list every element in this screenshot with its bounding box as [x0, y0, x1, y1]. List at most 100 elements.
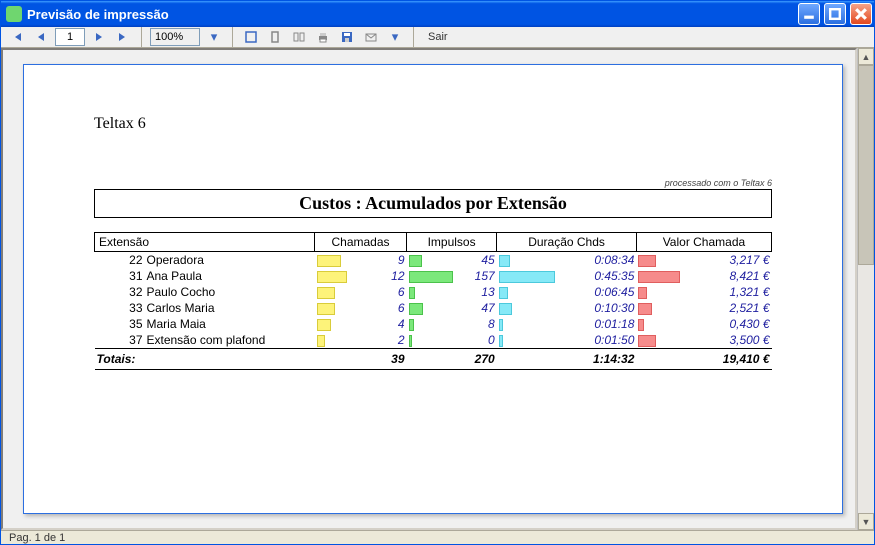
totals-duracao: 1:14:32	[557, 349, 637, 370]
table-row: 32Paulo Cocho 6 13 0:06:45 1,321 €	[95, 284, 772, 300]
zoom-dropdown-button[interactable]: ▾	[204, 27, 224, 47]
cell-duracao: 0:10:30	[557, 300, 637, 316]
print-button[interactable]	[313, 27, 333, 47]
table-row: 37Extensão com plafond200:01:503,500 €	[95, 332, 772, 349]
cell-ext-name: Ana Paula	[145, 268, 315, 284]
table-row: 22Operadora9450:08:343,217 €	[95, 252, 772, 269]
report-brand: Teltax 6	[94, 115, 772, 133]
header-valor: Valor Chamada	[636, 233, 771, 252]
two-page-button[interactable]	[289, 27, 309, 47]
preview-viewport[interactable]: Teltax 6 processado com o Teltax 6 Custo…	[1, 48, 857, 530]
totals-row: Totais: 39 270 1:14:32 19,410 €	[95, 349, 772, 370]
cell-impulsos: 13	[455, 284, 497, 300]
status-text: Pag. 1 de 1	[9, 532, 65, 544]
totals-chamadas: 39	[349, 349, 407, 370]
bar-valor	[636, 268, 682, 284]
print-preview-window: Previsão de impressão 100	[0, 0, 875, 545]
toolbar-separator	[413, 27, 414, 47]
cell-ext-name: Paulo Cocho	[145, 284, 315, 300]
cell-duracao: 0:06:45	[557, 284, 637, 300]
bar-impulsos	[407, 268, 455, 284]
bar-valor	[636, 284, 682, 300]
cell-ext-num: 31	[95, 268, 145, 284]
totals-label: Totais:	[95, 349, 315, 370]
app-icon	[6, 6, 22, 22]
processed-note: processado com o Teltax 6	[94, 178, 772, 188]
bar-duracao	[497, 332, 557, 349]
cell-valor: 3,217 €	[682, 252, 771, 269]
header-chamadas: Chamadas	[315, 233, 407, 252]
bar-chamadas	[315, 316, 349, 332]
first-page-button[interactable]	[7, 27, 27, 47]
cell-duracao: 0:01:50	[557, 332, 637, 349]
cell-duracao: 0:08:34	[557, 252, 637, 269]
bar-impulsos	[407, 252, 455, 269]
cell-chamadas: 12	[349, 268, 407, 284]
toolbar-separator	[232, 27, 233, 47]
header-duracao: Duração Chds	[497, 233, 637, 252]
close-button[interactable]	[850, 3, 872, 25]
report-table: Extensão Chamadas Impulsos Duração Chds …	[94, 232, 772, 370]
cell-ext-name: Maria Maia	[145, 316, 315, 332]
cell-valor: 2,521 €	[682, 300, 771, 316]
bar-duracao	[497, 268, 557, 284]
bar-duracao	[497, 300, 557, 316]
email-button[interactable]	[361, 27, 381, 47]
bar-valor	[636, 332, 682, 349]
header-impulsos: Impulsos	[407, 233, 497, 252]
bar-duracao	[497, 252, 557, 269]
cell-impulsos: 157	[455, 268, 497, 284]
scroll-track[interactable]	[858, 65, 874, 513]
table-row: 31Ana Paula 12 157 0:45:35 8,421 €	[95, 268, 772, 284]
bar-valor	[636, 316, 682, 332]
cell-impulsos: 0	[455, 332, 497, 349]
cell-duracao: 0:01:18	[557, 316, 637, 332]
cell-duracao: 0:45:35	[557, 268, 637, 284]
bar-impulsos	[407, 332, 455, 349]
save-button[interactable]	[337, 27, 357, 47]
zoom-value: 100%	[155, 31, 183, 43]
cell-valor: 1,321 €	[682, 284, 771, 300]
bar-chamadas	[315, 268, 349, 284]
exit-button[interactable]: Sair	[422, 29, 454, 45]
page-number-input[interactable]	[55, 28, 85, 46]
bar-valor	[636, 300, 682, 316]
cell-chamadas: 2	[349, 332, 407, 349]
bar-duracao	[497, 284, 557, 300]
scroll-thumb[interactable]	[858, 65, 874, 265]
scroll-up-button[interactable]: ▲	[858, 48, 874, 65]
cell-impulsos: 8	[455, 316, 497, 332]
fit-page-button[interactable]	[241, 27, 261, 47]
email-dropdown-button[interactable]: ▾	[385, 27, 405, 47]
scroll-down-button[interactable]: ▼	[858, 513, 874, 530]
report-page: Teltax 6 processado com o Teltax 6 Custo…	[23, 64, 843, 514]
toolbar: 100% ▾ ▾ Sair	[1, 27, 874, 48]
bar-chamadas	[315, 252, 349, 269]
next-page-button[interactable]	[89, 27, 109, 47]
bar-valor	[636, 252, 682, 269]
cell-ext-num: 22	[95, 252, 145, 269]
cell-valor: 8,421 €	[682, 268, 771, 284]
maximize-button[interactable]	[824, 3, 846, 25]
prev-page-button[interactable]	[31, 27, 51, 47]
client-area: Teltax 6 processado com o Teltax 6 Custo…	[1, 48, 874, 530]
cell-chamadas: 9	[349, 252, 407, 269]
cell-ext-num: 35	[95, 316, 145, 332]
header-extensao: Extensão	[95, 233, 315, 252]
totals-valor: 19,410 €	[682, 349, 771, 370]
cell-impulsos: 47	[455, 300, 497, 316]
minimize-button[interactable]	[798, 3, 820, 25]
report-title: Custos : Acumulados por Extensão	[94, 189, 772, 218]
bar-impulsos	[407, 316, 455, 332]
titlebar[interactable]: Previsão de impressão	[1, 1, 874, 27]
vertical-scrollbar[interactable]: ▲ ▼	[857, 48, 874, 530]
single-page-button[interactable]	[265, 27, 285, 47]
toolbar-separator	[141, 27, 142, 47]
cell-chamadas: 6	[349, 284, 407, 300]
zoom-select[interactable]: 100%	[150, 28, 200, 46]
bar-chamadas	[315, 284, 349, 300]
last-page-button[interactable]	[113, 27, 133, 47]
totals-impulsos: 270	[455, 349, 497, 370]
cell-ext-num: 32	[95, 284, 145, 300]
bar-chamadas	[315, 300, 349, 316]
